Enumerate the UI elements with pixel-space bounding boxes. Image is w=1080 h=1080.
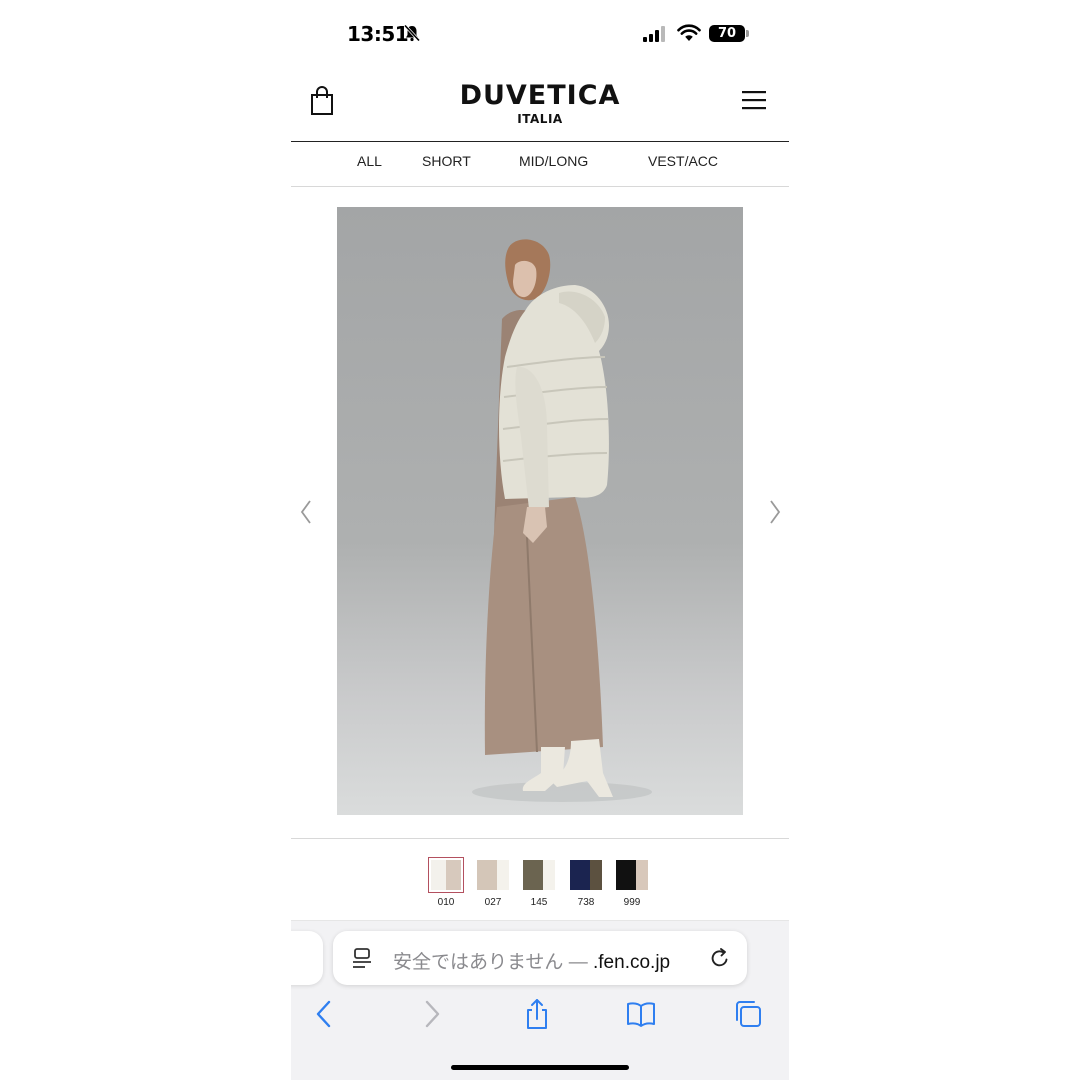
tabs-divider	[291, 186, 789, 187]
security-warning: 安全ではありません —	[393, 952, 593, 973]
chevron-right-icon[interactable]	[767, 498, 783, 526]
brand-logo[interactable]: DUVETICA	[291, 80, 789, 111]
product-image[interactable]	[337, 207, 743, 815]
tabs-icon[interactable]	[732, 998, 762, 1030]
address-bar[interactable]: 安全ではありません — .fen.co.jp	[333, 931, 747, 985]
page-menu-icon[interactable]	[351, 947, 373, 969]
swatch-code: 145	[530, 897, 548, 908]
swatch-color-primary	[570, 860, 590, 890]
battery-indicator: 70	[709, 25, 745, 42]
bell-muted-icon	[403, 24, 421, 42]
swatch-code: 738	[577, 897, 595, 908]
forward-icon[interactable]	[417, 998, 447, 1030]
back-icon[interactable]	[309, 998, 339, 1030]
tab-mid-long[interactable]: MID/LONG	[519, 153, 588, 169]
tab-vest-acc[interactable]: VEST/ACC	[648, 153, 718, 169]
share-icon[interactable]	[522, 998, 552, 1030]
swatch-code: 010	[437, 897, 455, 908]
home-indicator	[451, 1065, 629, 1070]
swatch-color-secondary	[497, 860, 509, 890]
reload-icon[interactable]	[709, 947, 731, 969]
swatch-color-primary	[431, 860, 446, 890]
swatch-color-primary	[616, 860, 636, 890]
color-swatch-010[interactable]	[428, 857, 464, 893]
model-figure	[472, 239, 652, 802]
swatch-color-secondary	[543, 860, 555, 890]
swatch-color-secondary	[590, 860, 602, 890]
swatch-color-secondary	[446, 860, 461, 890]
image-divider	[291, 838, 789, 839]
hamburger-menu-icon[interactable]	[740, 89, 768, 111]
previous-tab-pill[interactable]	[291, 931, 323, 985]
status-time: 13:51	[347, 22, 409, 46]
cellular-signal-icon	[643, 26, 665, 42]
swatch-color-primary	[477, 860, 497, 890]
bookmarks-icon[interactable]	[626, 998, 656, 1030]
color-swatch-027[interactable]	[475, 858, 509, 892]
address-text: 安全ではありません — .fen.co.jp	[393, 947, 670, 974]
swatch-color-primary	[523, 860, 543, 890]
swatch-code: 999	[623, 897, 641, 908]
color-swatch-145[interactable]	[521, 858, 555, 892]
color-swatch-999[interactable]	[614, 858, 648, 892]
wifi-icon	[677, 24, 701, 41]
chevron-left-icon[interactable]	[298, 498, 314, 526]
battery-cap	[746, 30, 749, 37]
swatch-color-secondary	[636, 860, 648, 890]
color-swatch-738[interactable]	[568, 858, 602, 892]
domain-text: .fen.co.jp	[593, 952, 671, 973]
brand-sublogo: ITALIA	[517, 112, 563, 126]
phone-screen: 13:51 70 DUVETICA ITALIA ALL SHORT MID/L…	[291, 0, 789, 1080]
header-divider	[291, 141, 789, 142]
tab-all[interactable]: ALL	[357, 153, 382, 169]
swatch-code: 027	[484, 897, 502, 908]
tab-short[interactable]: SHORT	[422, 153, 471, 169]
